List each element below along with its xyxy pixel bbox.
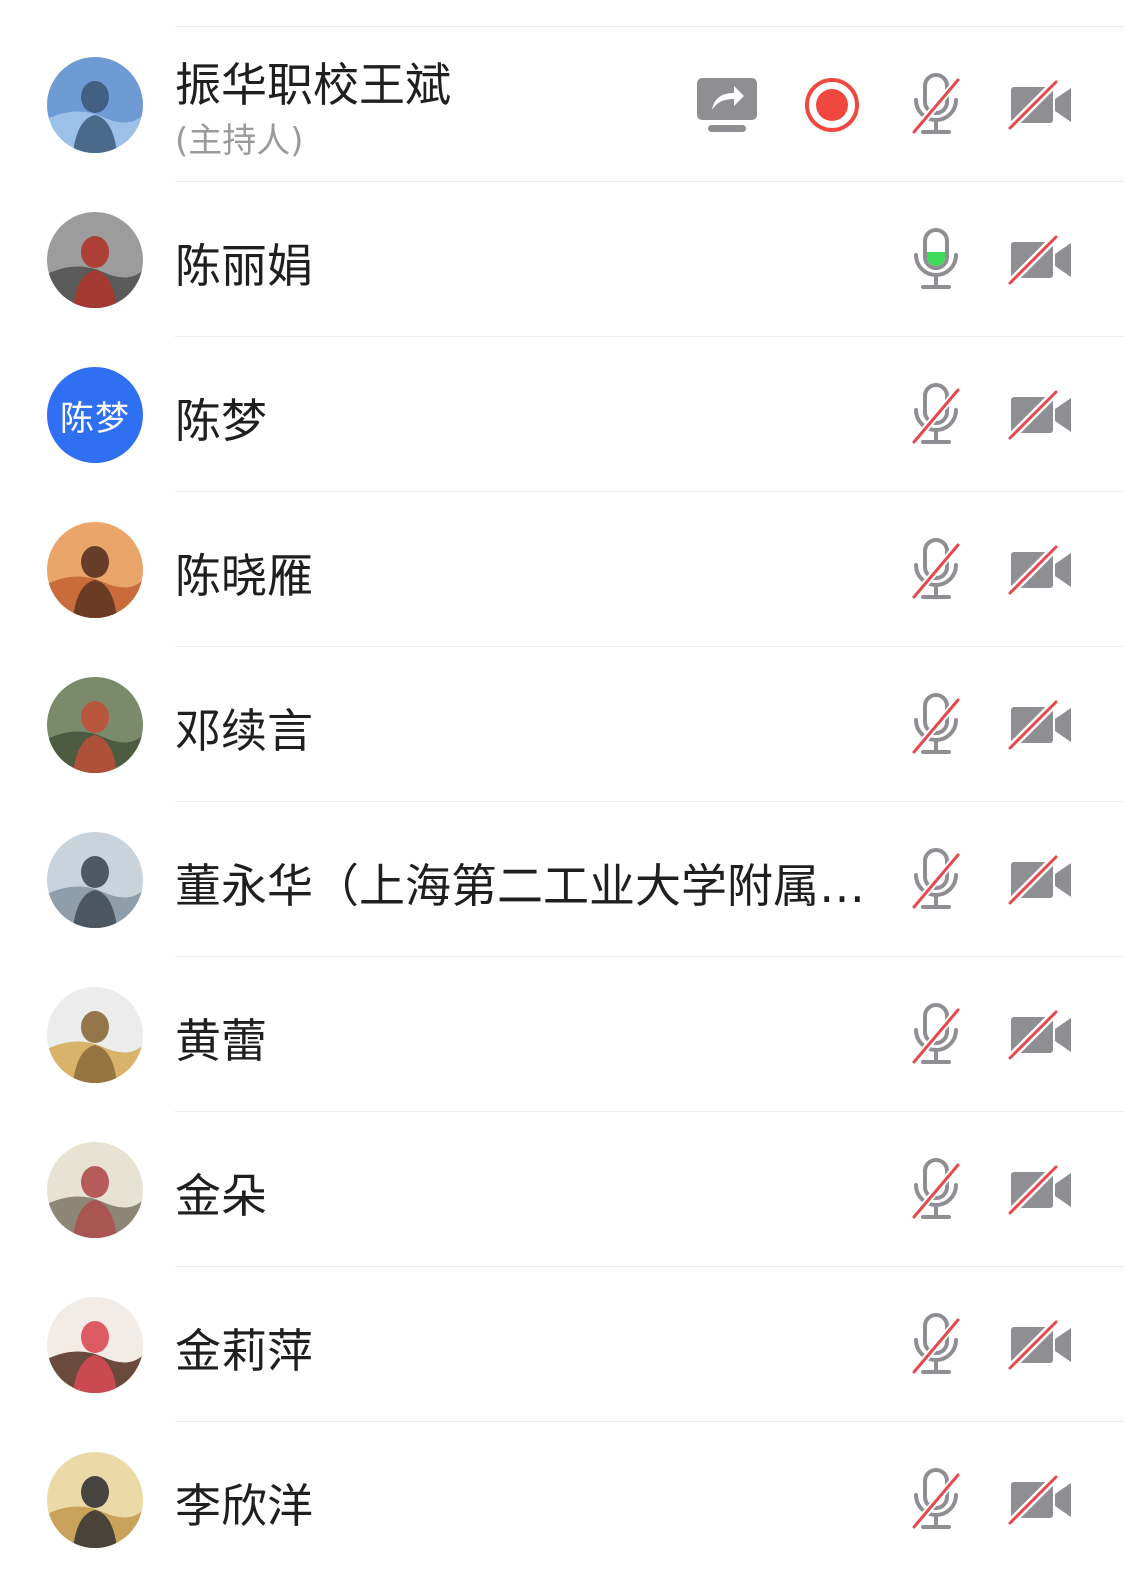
- participant-name: 金莉萍: [175, 1324, 313, 1378]
- avatar: [47, 212, 143, 308]
- participant-row[interactable]: 邓续言: [0, 647, 1124, 802]
- participant-row[interactable]: 陈晓雁: [0, 492, 1124, 647]
- participant-name: 邓续言: [175, 704, 313, 758]
- mic-muted-icon[interactable]: [908, 1467, 964, 1533]
- participant-row[interactable]: 振华职校王斌 (主持人): [0, 27, 1124, 182]
- participant-row[interactable]: 金莉萍: [0, 1267, 1124, 1422]
- avatar: [47, 832, 143, 928]
- avatar: 陈梦: [47, 367, 143, 463]
- avatar: [47, 987, 143, 1083]
- participant-name: 金朵: [175, 1169, 267, 1223]
- avatar: [47, 1297, 143, 1393]
- participant-row[interactable]: 李欣洋: [0, 1422, 1124, 1576]
- camera-off-icon[interactable]: [1006, 382, 1076, 448]
- camera-off-icon[interactable]: [1006, 1002, 1076, 1068]
- camera-off-icon[interactable]: [1006, 227, 1076, 293]
- camera-off-icon[interactable]: [1006, 847, 1076, 913]
- camera-off-icon[interactable]: [1006, 72, 1076, 138]
- camera-off-icon[interactable]: [1006, 692, 1076, 758]
- mic-muted-icon[interactable]: [908, 1312, 964, 1378]
- participant-row[interactable]: 陈梦 陈梦: [0, 337, 1124, 492]
- participant-name: 黄蕾: [175, 1014, 267, 1068]
- participant-row[interactable]: 黄蕾: [0, 957, 1124, 1112]
- participant-row[interactable]: 陈丽娟: [0, 182, 1124, 337]
- avatar: [47, 57, 143, 153]
- camera-off-icon[interactable]: [1006, 1312, 1076, 1378]
- participant-row[interactable]: 董永华（上海第二工业大学附属…: [0, 802, 1124, 957]
- camera-off-icon[interactable]: [1006, 1467, 1076, 1533]
- mic-muted-icon[interactable]: [908, 72, 964, 138]
- recording-icon[interactable]: [802, 75, 862, 135]
- mic-muted-icon[interactable]: [908, 382, 964, 448]
- screen-share-icon[interactable]: [694, 72, 760, 138]
- mic-speaking-icon[interactable]: [908, 227, 964, 293]
- participant-name: 董永华（上海第二工业大学附属…: [175, 859, 865, 913]
- avatar: [47, 1452, 143, 1548]
- participant-row[interactable]: 金朵: [0, 1112, 1124, 1267]
- host-role-label: (主持人): [175, 121, 304, 161]
- participant-list: 振华职校王斌 (主持人) 陈丽娟陈梦 陈梦陈晓雁邓续言董永华（上海第二工业大学附属… 黄…: [0, 0, 1124, 1576]
- avatar-initials: 陈梦: [60, 398, 130, 439]
- participant-name: 李欣洋: [175, 1479, 313, 1533]
- avatar: [47, 522, 143, 618]
- participant-name: 陈梦: [175, 394, 267, 448]
- avatar: [47, 677, 143, 773]
- mic-muted-icon[interactable]: [908, 847, 964, 913]
- camera-off-icon[interactable]: [1006, 537, 1076, 603]
- mic-muted-icon[interactable]: [908, 1002, 964, 1068]
- participant-name: 振华职校王斌: [175, 58, 451, 112]
- camera-off-icon[interactable]: [1006, 1157, 1076, 1223]
- mic-muted-icon[interactable]: [908, 537, 964, 603]
- participant-name: 陈丽娟: [175, 239, 313, 293]
- mic-muted-icon[interactable]: [908, 1157, 964, 1223]
- avatar: [47, 1142, 143, 1238]
- participant-name: 陈晓雁: [175, 549, 313, 603]
- mic-muted-icon[interactable]: [908, 692, 964, 758]
